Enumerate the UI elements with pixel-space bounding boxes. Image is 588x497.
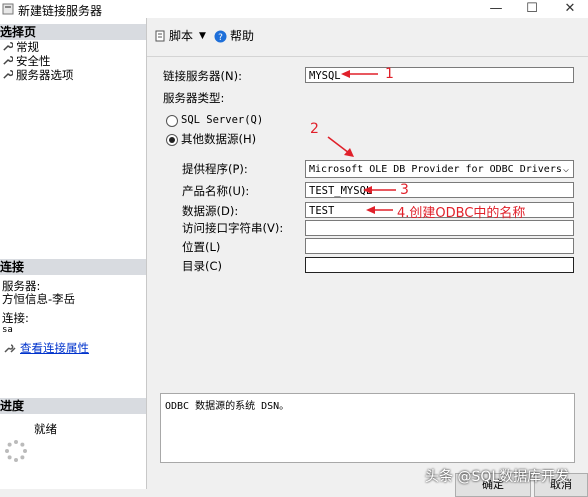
annotation-arrow-1-icon: [341, 70, 378, 78]
annotation-arrow-4-icon: [366, 206, 393, 214]
database-icon: [2, 3, 14, 15]
catalog-label: 目录(C): [182, 259, 223, 273]
sql-server-option-label: SQL Server(Q): [181, 114, 264, 126]
progress-spinner-icon: [5, 440, 27, 462]
window-title: 新建链接服务器: [18, 4, 103, 18]
provider-string-input[interactable]: [305, 220, 574, 236]
progress-status: 就绪: [34, 422, 57, 436]
product-name-input[interactable]: TEST_MYSQL: [305, 182, 574, 198]
product-name-label: 产品名称(U):: [182, 184, 250, 198]
annotation-2: 2: [310, 121, 319, 137]
properties-icon: [4, 344, 16, 353]
watermark: 头条 @SQL数据库开发: [425, 469, 570, 485]
close-button[interactable]: ✕: [552, 0, 588, 18]
svg-text:?: ?: [218, 33, 223, 43]
wrench-icon: [3, 42, 13, 51]
page-item-general[interactable]: 常规: [2, 40, 39, 55]
page-item-security[interactable]: 安全性: [2, 54, 51, 69]
minimize-button[interactable]: —: [478, 0, 514, 18]
page-item-server-options[interactable]: 服务器选项: [2, 68, 74, 83]
other-data-source-radio[interactable]: [166, 134, 178, 146]
provider-select-value: Microsoft OLE DB Provider for ODBC Drive…: [309, 164, 562, 175]
connection-value: sa: [2, 325, 13, 335]
wrench-icon: [3, 56, 13, 65]
script-dropdown-arrow-icon[interactable]: ▼: [199, 28, 206, 44]
title-bar: 新建链接服务器 — ☐ ✕: [0, 0, 588, 18]
catalog-input[interactable]: [305, 257, 574, 273]
view-connection-properties-link[interactable]: 查看连接属性: [20, 340, 89, 356]
annotation-1: 1: [385, 66, 394, 82]
annotation-arrow-3-icon: [363, 186, 396, 194]
page-item-label: 服务器选项: [16, 68, 74, 82]
location-label: 位置(L): [182, 240, 221, 254]
page-item-label: 常规: [16, 40, 39, 54]
progress-header: 进度: [0, 398, 146, 414]
server-label: 服务器:: [2, 279, 41, 293]
help-button[interactable]: 帮助: [230, 28, 254, 44]
page-item-label: 安全性: [16, 54, 51, 68]
wrench-icon: [3, 70, 13, 79]
script-button[interactable]: 脚本: [169, 28, 193, 44]
annotation-arrow-2-icon: [327, 136, 354, 157]
provider-select[interactable]: Microsoft OLE DB Provider for ODBC Drive…: [305, 160, 574, 178]
toolbar: 脚本 ▼ ? 帮助: [147, 18, 588, 57]
annotation-4: 4.创建ODBC中的名称: [397, 206, 526, 221]
select-page-header: 选择页: [0, 24, 146, 40]
chevron-down-icon: ⌵: [562, 164, 569, 175]
help-icon[interactable]: ?: [214, 30, 227, 43]
server-type-label: 服务器类型:: [163, 91, 225, 105]
provider-label: 提供程序(P):: [182, 162, 248, 176]
maximize-button[interactable]: ☐: [514, 0, 550, 18]
left-panel: 选择页 常规 安全性 服务器选项 连接 服务器: 方恒信息-李岳 连接: sa …: [0, 18, 147, 489]
provider-string-label: 访问接口字符串(V):: [182, 221, 284, 235]
linked-server-label: 链接服务器(N):: [163, 69, 242, 83]
connection-header: 连接: [0, 259, 146, 275]
sql-server-radio[interactable]: [166, 115, 178, 127]
data-source-label: 数据源(D):: [182, 204, 239, 218]
annotation-3: 3: [400, 182, 409, 198]
other-data-source-label: 其他数据源(H): [181, 132, 257, 146]
description-box: ODBC 数据源的系统 DSN。: [160, 393, 575, 463]
server-value: 方恒信息-李岳: [2, 292, 76, 306]
location-input[interactable]: [305, 238, 574, 254]
script-icon: [155, 30, 165, 42]
